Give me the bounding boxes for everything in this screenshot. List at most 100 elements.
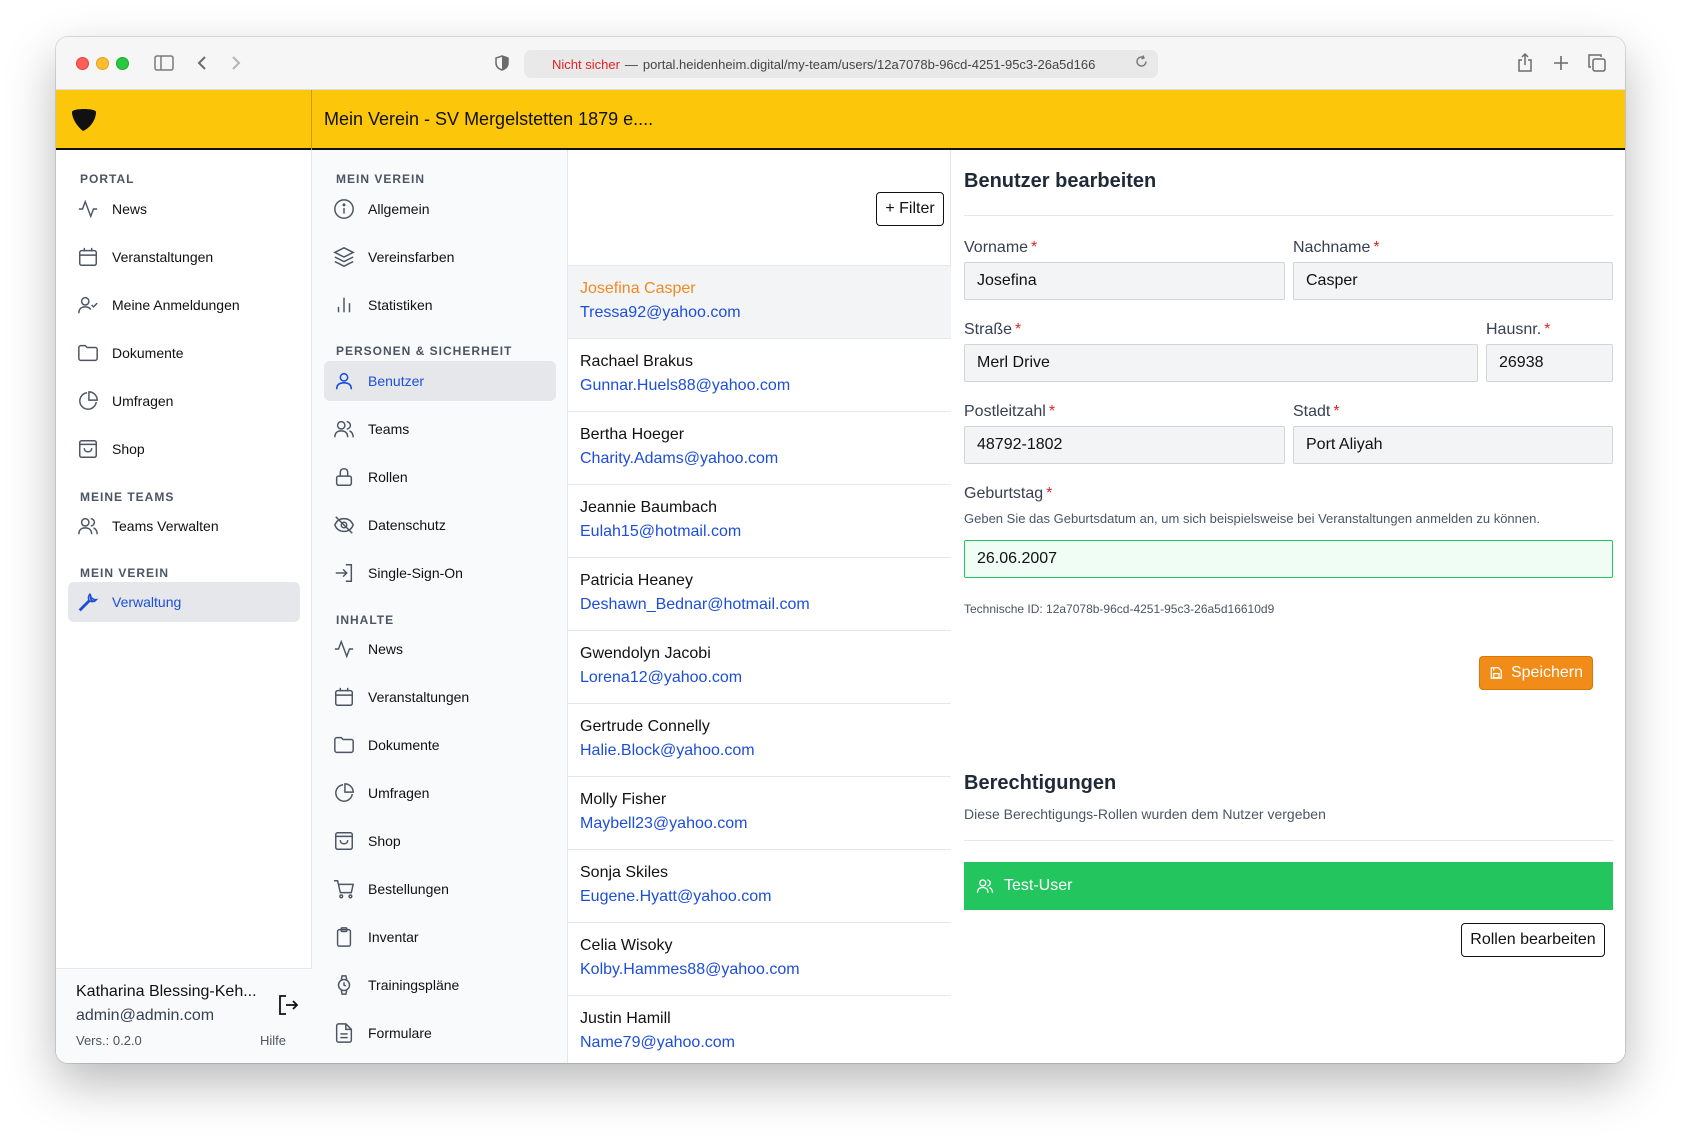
stadt-field[interactable] [1293, 426, 1613, 464]
user-list-name: Molly Fisher [580, 791, 667, 808]
role-item: Test-User [964, 862, 1613, 910]
address-bar[interactable]: Nicht sicher — portal.heidenheim.digital… [524, 50, 1158, 78]
lock-icon [332, 465, 356, 489]
section-label-personen: PERSONEN & SICHERHEIT [336, 344, 513, 358]
list-item[interactable]: Celia Wisoky Kolby.Hammes88@yahoo.com [568, 922, 951, 995]
section-label-verein: MEIN VEREIN [80, 566, 170, 580]
subnav-item-label: Teams [368, 421, 410, 437]
close-window-button[interactable] [76, 57, 89, 70]
subnav-item-single-sign-on[interactable]: Single-Sign-On [324, 553, 556, 593]
club-logo-icon[interactable] [70, 106, 98, 137]
user-list-email[interactable]: Deshawn_Bednar@hotmail.com [580, 596, 810, 614]
subnav-item-shop[interactable]: Shop [324, 821, 556, 861]
user-list-email[interactable]: Halie.Block@yahoo.com [580, 742, 755, 760]
sidebar-item-verwaltung[interactable]: Verwaltung [68, 582, 300, 622]
user-list-email[interactable]: Name79@yahoo.com [580, 1034, 735, 1052]
activity-icon [76, 197, 100, 221]
vorname-field[interactable] [964, 262, 1285, 300]
browser-window: Nicht sicher — portal.heidenheim.digital… [56, 37, 1625, 1063]
sidebar-item-label: News [112, 201, 148, 217]
subnav-item-news[interactable]: News [324, 629, 556, 669]
hausnr-field[interactable] [1486, 344, 1613, 382]
subnav-item-label: Vereinsfarben [368, 249, 455, 265]
subnav-item-allgemein[interactable]: Allgemein [324, 189, 556, 229]
plz-label: Postleitzahl * [964, 403, 1056, 420]
admin-subnav: MEIN VEREIN Allgemein Vereinsfarben Stat… [312, 150, 568, 1063]
list-item[interactable]: Bertha Hoeger Charity.Adams@yahoo.com [568, 411, 951, 484]
user-list-email[interactable]: Tressa92@yahoo.com [580, 304, 741, 322]
user-list-email[interactable]: Kolby.Hammes88@yahoo.com [580, 961, 800, 979]
logout-icon[interactable] [276, 993, 300, 1022]
back-icon[interactable] [190, 51, 214, 75]
user-list-email[interactable]: Eugene.Hyatt@yahoo.com [580, 888, 771, 906]
sidebar-item-news[interactable]: News [68, 189, 300, 229]
user-list-email[interactable]: Lorena12@yahoo.com [580, 669, 742, 687]
list-item[interactable]: Rachael Brakus Gunnar.Huels88@yahoo.com [568, 338, 951, 411]
tab-overview-icon[interactable] [1585, 51, 1609, 75]
subnav-item-label: Single-Sign-On [368, 565, 463, 581]
filter-button[interactable]: + Filter [876, 192, 944, 226]
sidebar-item-meine-anmeldungen[interactable]: Meine Anmeldungen [68, 285, 300, 325]
url-text: portal.heidenheim.digital/my-team/users/… [642, 56, 1096, 72]
user-list-email[interactable]: Charity.Adams@yahoo.com [580, 450, 778, 468]
subnav-item-bestellungen[interactable]: Bestellungen [324, 869, 556, 909]
wrench-icon [76, 590, 100, 614]
user-icon [332, 369, 356, 393]
strasse-label: Straße * [964, 321, 1022, 338]
subnav-item-label: Dokumente [368, 737, 440, 753]
list-item[interactable]: Justin Hamill Name79@yahoo.com [568, 995, 951, 1063]
section-label-mein-verein: MEIN VEREIN [336, 172, 426, 186]
sidebar-item-umfragen[interactable]: Umfragen [68, 381, 300, 421]
list-item[interactable]: Sonja Skiles Eugene.Hyatt@yahoo.com [568, 849, 951, 922]
insecure-warning: Nicht sicher [552, 56, 620, 72]
minimize-window-button[interactable] [96, 57, 109, 70]
list-item[interactable]: Molly Fisher Maybell23@yahoo.com [568, 776, 951, 849]
subnav-item-formulare[interactable]: Formulare [324, 1013, 556, 1053]
user-profile: Katharina Blessing-Keh... admin@admin.co… [56, 968, 312, 1063]
sidebar-item-teams-verwalten[interactable]: Teams Verwalten [68, 506, 300, 546]
user-list-email[interactable]: Gunnar.Huels88@yahoo.com [580, 377, 790, 395]
subnav-item-rollen[interactable]: Rollen [324, 457, 556, 497]
subnav-item-inventar[interactable]: Inventar [324, 917, 556, 957]
eye-off-icon [332, 513, 356, 537]
subnav-item-vereinsfarben[interactable]: Vereinsfarben [324, 237, 556, 277]
nachname-label: Nachname * [1293, 239, 1380, 256]
edit-roles-button[interactable]: Rollen bearbeiten [1461, 923, 1605, 957]
help-link[interactable]: Hilfe [260, 1033, 286, 1048]
sidebar-toggle-icon[interactable] [152, 51, 176, 75]
list-item[interactable]: Gwendolyn Jacobi Lorena12@yahoo.com [568, 630, 951, 703]
subnav-item-veranstaltungen[interactable]: Veranstaltungen [324, 677, 556, 717]
subnav-item-datenschutz[interactable]: Datenschutz [324, 505, 556, 545]
sidebar-item-dokumente[interactable]: Dokumente [68, 333, 300, 373]
plz-field[interactable] [964, 426, 1285, 464]
subnav-item-benutzer[interactable]: Benutzer [324, 361, 556, 401]
sidebar-item-veranstaltungen[interactable]: Veranstaltungen [68, 237, 300, 277]
log-in-icon [332, 561, 356, 585]
bar-chart-icon [332, 293, 356, 317]
subnav-item-umfragen[interactable]: Umfragen [324, 773, 556, 813]
share-icon[interactable] [1513, 51, 1537, 75]
user-list-name: Justin Hamill [580, 1010, 671, 1027]
save-button[interactable]: Speichern [1479, 656, 1593, 690]
reload-icon[interactable] [1135, 55, 1148, 71]
sidebar-item-shop[interactable]: Shop [68, 429, 300, 469]
list-item[interactable]: Patricia Heaney Deshawn_Bednar@hotmail.c… [568, 557, 951, 630]
users-icon [332, 417, 356, 441]
strasse-field[interactable] [964, 344, 1478, 382]
list-item[interactable]: Jeannie Baumbach Eulah15@hotmail.com [568, 484, 951, 557]
user-list-email[interactable]: Maybell23@yahoo.com [580, 815, 747, 833]
forward-icon[interactable] [224, 51, 248, 75]
subnav-item-dokumente[interactable]: Dokumente [324, 725, 556, 765]
nachname-field[interactable] [1293, 262, 1613, 300]
subnav-item-statistiken[interactable]: Statistiken [324, 285, 556, 325]
users-icon [76, 514, 100, 538]
list-item[interactable]: Gertrude Connelly Halie.Block@yahoo.com [568, 703, 951, 776]
list-item[interactable]: Josefina Casper Tressa92@yahoo.com [568, 265, 951, 338]
subnav-item-teams[interactable]: Teams [324, 409, 556, 449]
new-tab-icon[interactable] [1549, 51, 1573, 75]
user-list-email[interactable]: Eulah15@hotmail.com [580, 523, 741, 541]
zoom-window-button[interactable] [116, 57, 129, 70]
subnav-item-trainingsplaene[interactable]: Trainingspläne [324, 965, 556, 1005]
page-title: Mein Verein - SV Mergelstetten 1879 e...… [324, 109, 654, 129]
geburtstag-field[interactable] [964, 540, 1613, 578]
